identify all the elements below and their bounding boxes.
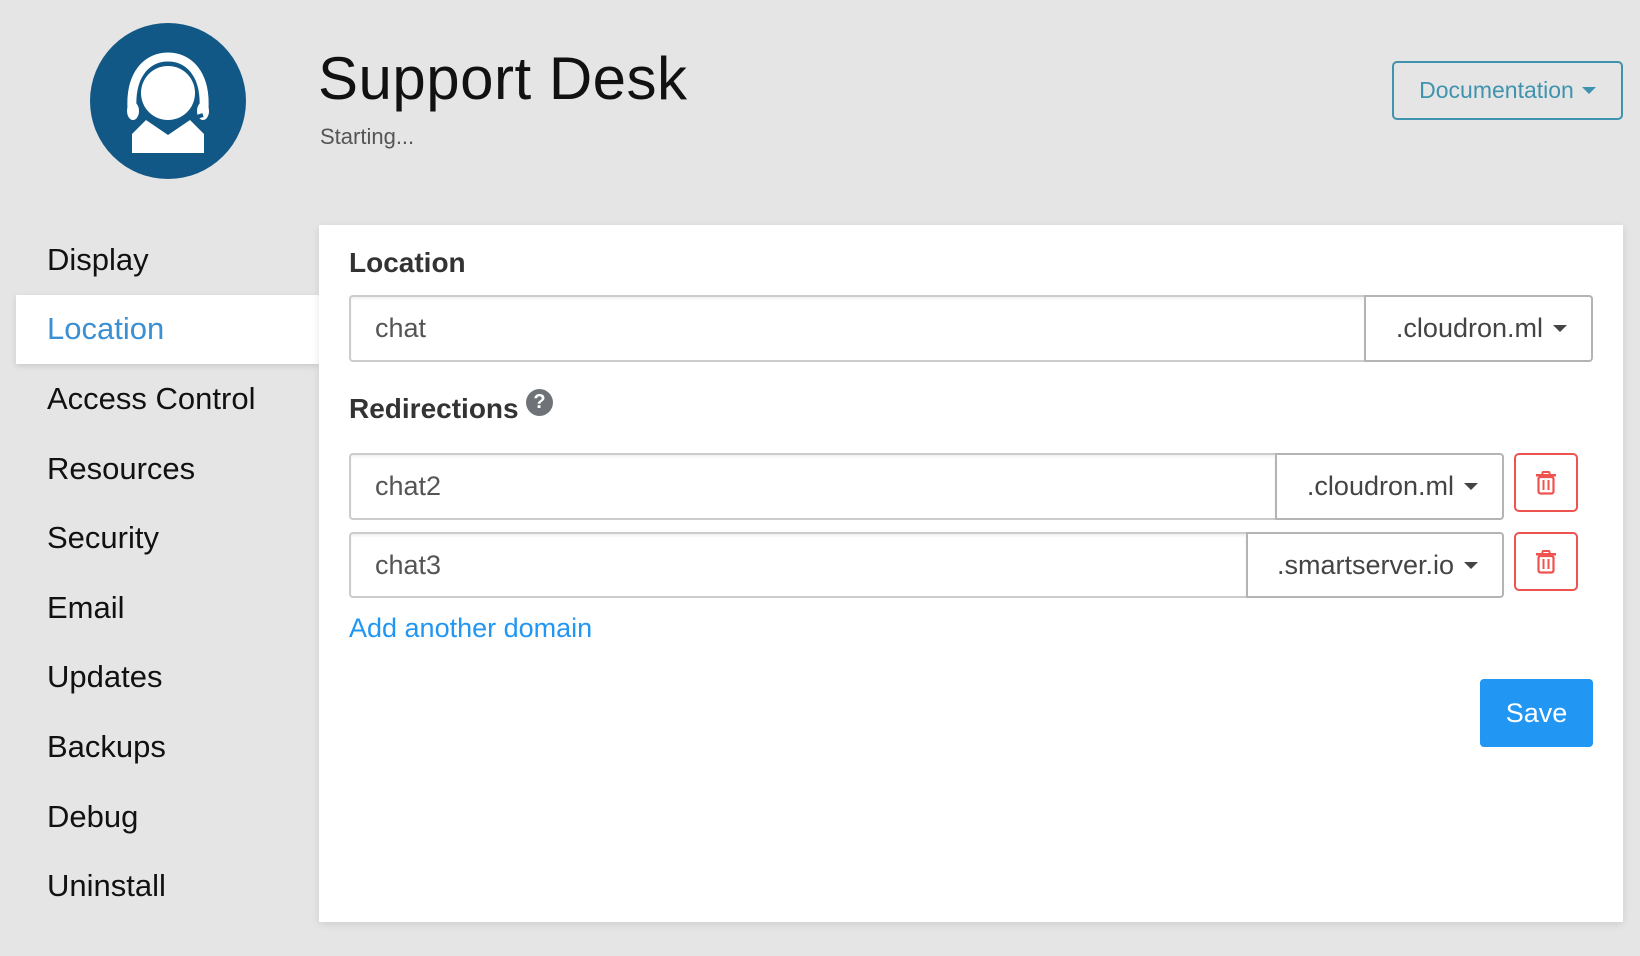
sidebar-item-access-control[interactable]: Access Control xyxy=(16,364,319,434)
add-another-domain-link[interactable]: Add another domain xyxy=(349,613,592,644)
caret-down-icon xyxy=(1581,87,1596,94)
location-settings-card: Location .cloudron.ml Redirections ? .cl… xyxy=(319,225,1623,922)
redirections-heading: Redirections xyxy=(349,393,519,424)
app-status: Starting... xyxy=(320,124,415,149)
sidebar-item-email[interactable]: Email xyxy=(16,573,319,643)
save-button[interactable]: Save xyxy=(1480,679,1593,747)
caret-down-icon xyxy=(1553,325,1567,332)
sidebar-item-location[interactable]: Location xyxy=(16,294,319,365)
settings-sidebar: Display Location Access Control Resource… xyxy=(16,225,319,921)
app-logo xyxy=(90,23,246,179)
trash-icon xyxy=(1536,470,1556,495)
sidebar-item-backups[interactable]: Backups xyxy=(16,712,319,782)
trash-icon xyxy=(1536,549,1556,574)
sidebar-item-display[interactable]: Display xyxy=(16,225,319,295)
redirection-subdomain-input[interactable] xyxy=(349,453,1275,520)
headset-support-icon xyxy=(127,52,209,153)
location-domain-select[interactable]: .cloudron.ml xyxy=(1364,295,1593,362)
redirection-domain-select[interactable]: .smartserver.io xyxy=(1246,532,1504,598)
sidebar-item-updates[interactable]: Updates xyxy=(16,643,319,713)
sidebar-item-resources[interactable]: Resources xyxy=(16,434,319,504)
documentation-label: Documentation xyxy=(1419,77,1574,103)
redirection-subdomain-input[interactable] xyxy=(349,532,1246,598)
redirection-domain-select[interactable]: .cloudron.ml xyxy=(1275,453,1504,520)
documentation-dropdown-button[interactable]: Documentation xyxy=(1392,61,1623,120)
location-domain-value: .cloudron.ml xyxy=(1395,313,1543,343)
location-heading: Location xyxy=(349,247,466,278)
redirection-domain-value: .smartserver.io xyxy=(1276,549,1454,580)
redirection-domain-value: .cloudron.ml xyxy=(1306,471,1454,501)
redirection-row: .cloudron.ml xyxy=(349,453,1504,520)
question-circle-icon[interactable]: ? xyxy=(526,389,553,416)
remove-redirection-button[interactable] xyxy=(1514,453,1578,512)
location-input-group: .cloudron.ml xyxy=(349,295,1593,362)
remove-redirection-button[interactable] xyxy=(1514,532,1578,591)
caret-down-icon xyxy=(1464,561,1478,569)
caret-down-icon xyxy=(1464,483,1478,490)
app-title: Support Desk xyxy=(318,45,688,112)
redirection-row: .smartserver.io xyxy=(349,532,1504,598)
sidebar-item-uninstall[interactable]: Uninstall xyxy=(16,851,319,921)
location-subdomain-input[interactable] xyxy=(349,295,1364,362)
sidebar-item-security[interactable]: Security xyxy=(16,503,319,573)
sidebar-item-debug[interactable]: Debug xyxy=(16,782,319,852)
